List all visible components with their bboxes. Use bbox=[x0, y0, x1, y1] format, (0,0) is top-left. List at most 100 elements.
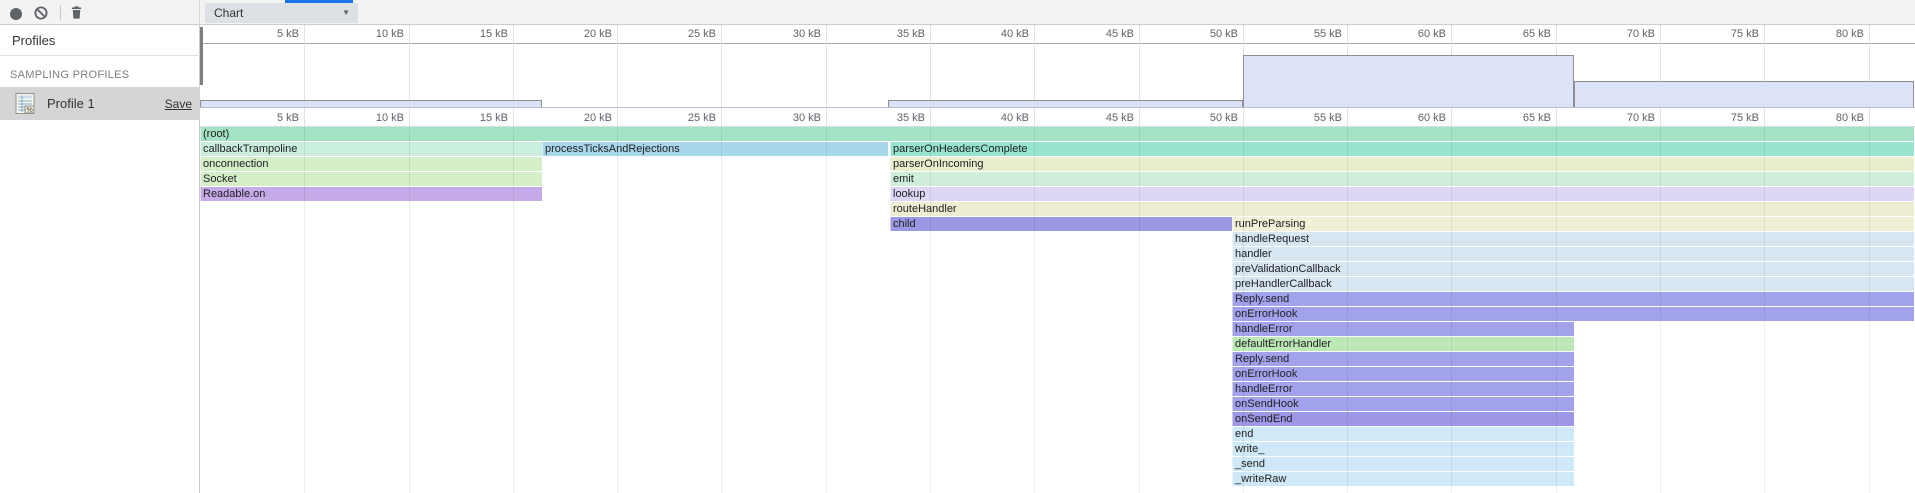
flame-frame[interactable]: child bbox=[890, 217, 1232, 231]
ruler-tick-label: 30 kB bbox=[751, 112, 821, 124]
gridline bbox=[1556, 25, 1557, 44]
gridline bbox=[930, 25, 931, 44]
gridline bbox=[409, 25, 410, 44]
flame-frame[interactable]: onErrorHook bbox=[1232, 307, 1914, 321]
flame-frame[interactable]: lookup bbox=[890, 187, 1914, 201]
gridline bbox=[617, 44, 618, 107]
view-mode-select[interactable]: Chart ▼ bbox=[205, 3, 358, 23]
ruler-tick-label: 50 kB bbox=[1168, 28, 1238, 40]
ruler-tick-label: 55 kB bbox=[1272, 28, 1342, 40]
gridline bbox=[721, 44, 722, 107]
gridline bbox=[721, 25, 722, 44]
flame-frame[interactable]: parserOnIncoming bbox=[890, 157, 1914, 171]
gridline bbox=[1034, 25, 1035, 44]
overview-step bbox=[200, 100, 542, 107]
ruler-tick-label: 70 kB bbox=[1585, 28, 1655, 40]
flame-frame[interactable]: processTicksAndRejections bbox=[542, 142, 888, 156]
gridline bbox=[930, 44, 931, 107]
overview-left-handle[interactable] bbox=[200, 27, 203, 85]
ruler-tick-label: 20 kB bbox=[542, 28, 612, 40]
flame-frame[interactable]: emit bbox=[890, 172, 1914, 186]
gridline bbox=[1764, 25, 1765, 44]
flame-frame[interactable]: handleError bbox=[1232, 382, 1574, 396]
flame-chart: (root)callbackTrampolineprocessTicksAndR… bbox=[200, 127, 1915, 493]
clear-icon[interactable] bbox=[34, 6, 48, 25]
ruler-tick-label: 5 kB bbox=[229, 28, 299, 40]
ruler-tick-label: 15 kB bbox=[438, 112, 508, 124]
flame-frame[interactable]: (root) bbox=[200, 127, 1914, 141]
ruler-tick-label: 80 kB bbox=[1794, 112, 1864, 124]
gridline bbox=[1764, 108, 1765, 127]
gridline bbox=[930, 127, 931, 493]
gridline bbox=[409, 108, 410, 127]
ruler-tick-label: 45 kB bbox=[1064, 112, 1134, 124]
toolbar: Chart ▼ bbox=[0, 0, 1915, 25]
ruler-tick-label: 35 kB bbox=[855, 112, 925, 124]
view-mode-value: Chart bbox=[214, 3, 243, 23]
heap-profile-icon: % bbox=[15, 93, 35, 119]
flame-frame[interactable]: runPreParsing bbox=[1232, 217, 1914, 231]
ruler-tick-label: 25 kB bbox=[646, 112, 716, 124]
gridline bbox=[617, 108, 618, 127]
flame-frame[interactable]: onconnection bbox=[200, 157, 542, 171]
flame-frame[interactable]: handler bbox=[1232, 247, 1914, 261]
gridline bbox=[1451, 127, 1452, 493]
flame-frame[interactable]: onSendEnd bbox=[1232, 412, 1574, 426]
flame-frame[interactable]: parserOnHeadersComplete bbox=[890, 142, 1914, 156]
ruler-tick-label: 65 kB bbox=[1481, 28, 1551, 40]
flame-frame[interactable]: callbackTrampoline bbox=[200, 142, 542, 156]
flame-frame[interactable]: Socket bbox=[200, 172, 542, 186]
sidebar: Profiles SAMPLING PROFILES % Profile 1 S… bbox=[0, 25, 200, 493]
sidebar-item-profile-1[interactable]: % Profile 1 Save bbox=[0, 87, 200, 120]
gridline bbox=[409, 127, 410, 493]
ruler-tick-label: 35 kB bbox=[855, 28, 925, 40]
ruler-tick-label: 15 kB bbox=[438, 28, 508, 40]
gridline bbox=[1556, 108, 1557, 127]
svg-text:%: % bbox=[27, 107, 33, 114]
ruler-tick-label: 45 kB bbox=[1064, 28, 1134, 40]
overview-step bbox=[1574, 81, 1914, 107]
gridline bbox=[1034, 127, 1035, 493]
flame-frame[interactable]: end bbox=[1232, 427, 1574, 441]
ruler-tick-label: 40 kB bbox=[959, 112, 1029, 124]
flame-frame[interactable]: Readable.on bbox=[200, 187, 542, 201]
gridline bbox=[1243, 108, 1244, 127]
overview-timeline[interactable] bbox=[200, 44, 1915, 107]
flame-frame[interactable]: routeHandler bbox=[890, 202, 1914, 216]
flame-frame[interactable]: _send bbox=[1232, 457, 1574, 471]
gridline bbox=[930, 108, 931, 127]
flame-frame[interactable]: preValidationCallback bbox=[1232, 262, 1914, 276]
flame-frame[interactable]: onErrorHook bbox=[1232, 367, 1574, 381]
gridline bbox=[1034, 44, 1035, 107]
gridline bbox=[1869, 108, 1870, 127]
flame-frame[interactable]: defaultErrorHandler bbox=[1232, 337, 1574, 351]
flame-frame[interactable]: handleRequest bbox=[1232, 232, 1914, 246]
gridline bbox=[1347, 108, 1348, 127]
sidebar-title: Profiles bbox=[12, 33, 55, 48]
detail-ruler: 5 kB10 kB15 kB20 kB25 kB30 kB35 kB40 kB4… bbox=[200, 107, 1915, 127]
flame-frame[interactable]: Reply.send bbox=[1232, 292, 1914, 306]
gridline bbox=[1556, 127, 1557, 493]
flame-frame[interactable]: write_ bbox=[1232, 442, 1574, 456]
ruler-tick-label: 70 kB bbox=[1585, 112, 1655, 124]
flame-frame[interactable]: onSendHook bbox=[1232, 397, 1574, 411]
save-profile-link[interactable]: Save bbox=[165, 97, 192, 111]
toolbar-separator bbox=[60, 5, 61, 20]
ruler-tick-label: 55 kB bbox=[1272, 112, 1342, 124]
gridline bbox=[1139, 44, 1140, 107]
gridline bbox=[721, 127, 722, 493]
ruler-tick-label: 60 kB bbox=[1376, 112, 1446, 124]
gridline bbox=[304, 44, 305, 107]
gridline bbox=[826, 44, 827, 107]
sampling-profiles-section-label: SAMPLING PROFILES bbox=[10, 69, 129, 81]
flame-frame[interactable]: _writeRaw bbox=[1232, 472, 1574, 486]
flame-frame[interactable]: Reply.send bbox=[1232, 352, 1574, 366]
gridline bbox=[617, 25, 618, 44]
gridline bbox=[513, 44, 514, 107]
flame-frame[interactable]: preHandlerCallback bbox=[1232, 277, 1914, 291]
flame-frame[interactable]: handleError bbox=[1232, 322, 1574, 336]
gridline bbox=[1347, 25, 1348, 44]
ruler-tick-label: 80 kB bbox=[1794, 28, 1864, 40]
record-icon[interactable] bbox=[10, 8, 22, 20]
trash-icon[interactable] bbox=[69, 5, 84, 25]
